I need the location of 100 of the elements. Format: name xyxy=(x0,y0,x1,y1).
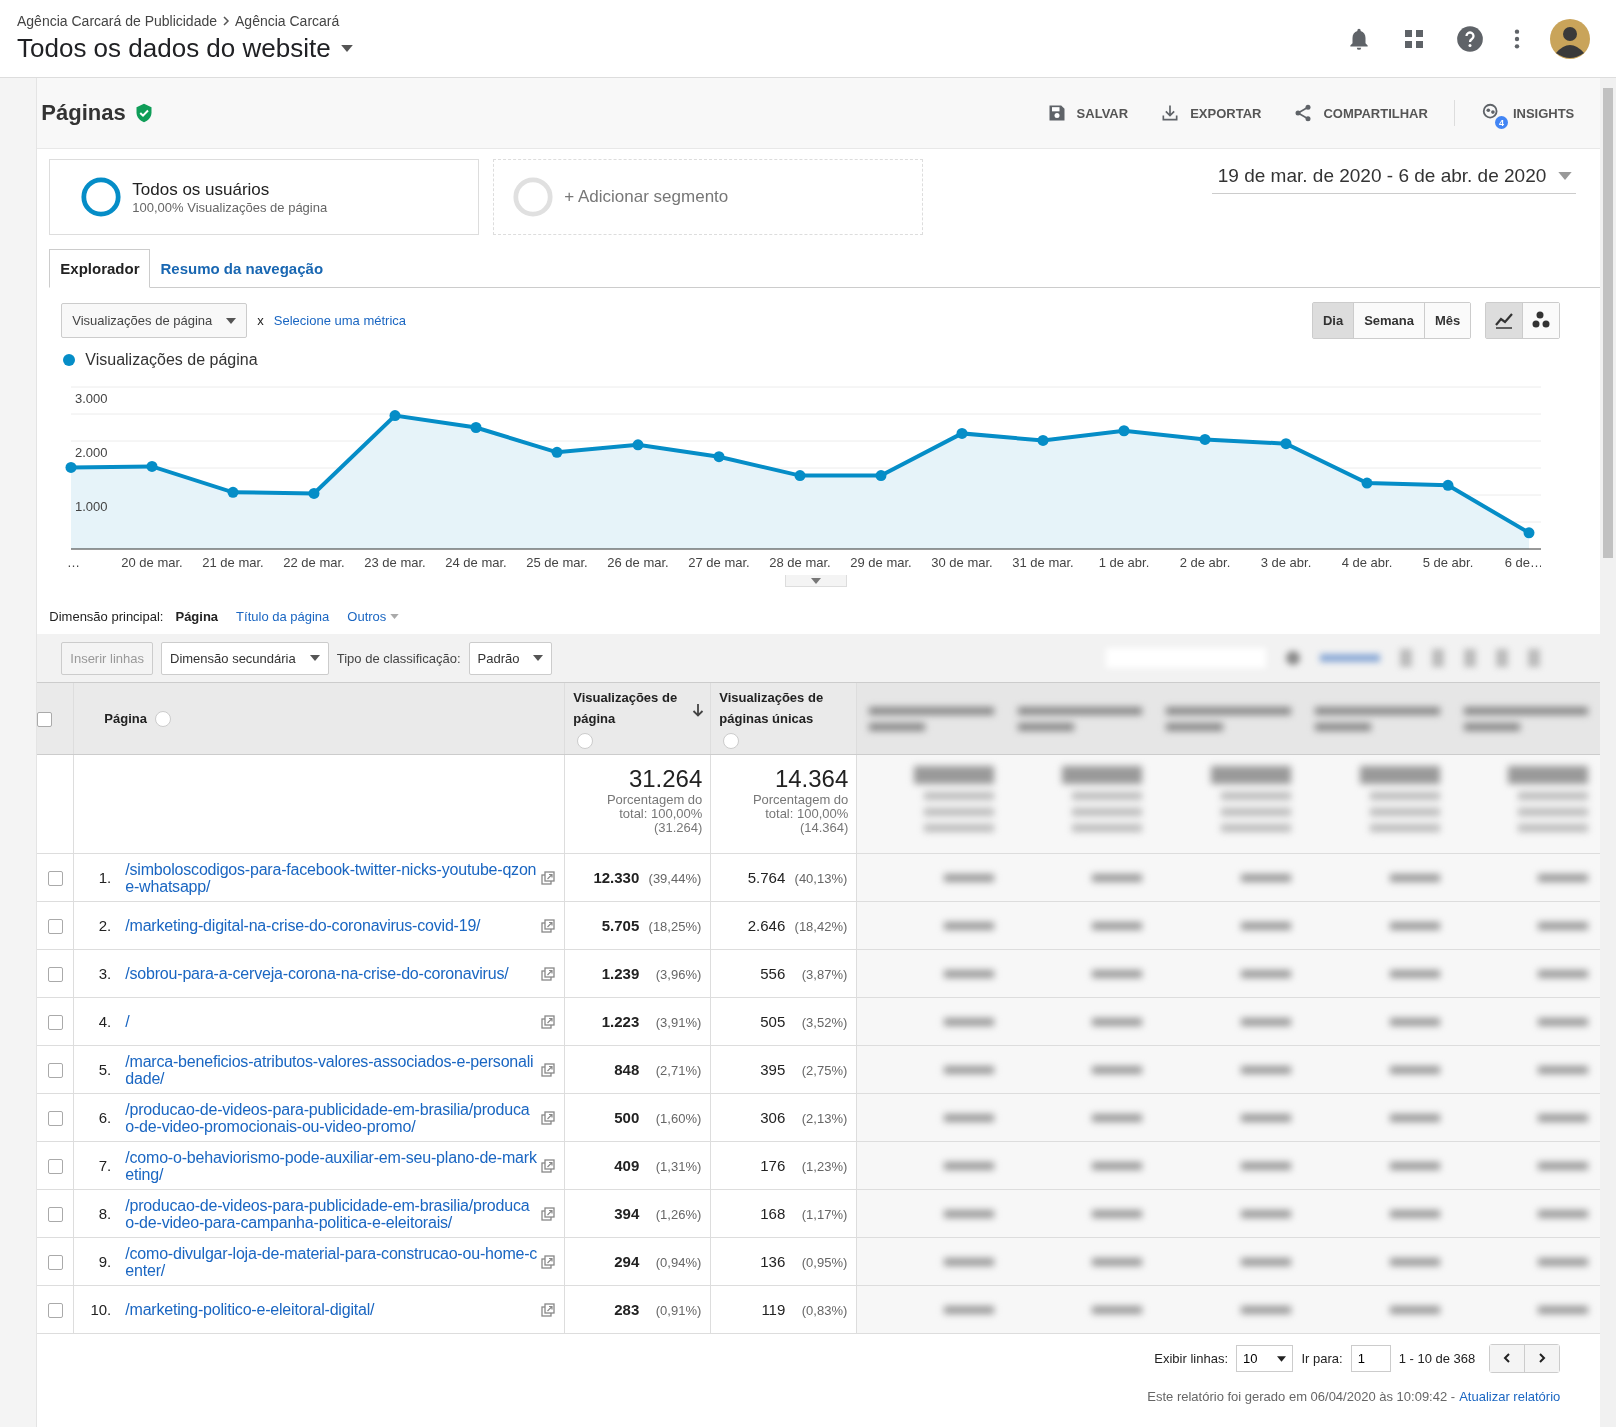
data-point xyxy=(1037,434,1049,446)
row-checkbox[interactable] xyxy=(47,1302,63,1318)
percent-value: (1,17%) xyxy=(800,1207,848,1222)
external-link-icon[interactable] xyxy=(541,1302,556,1317)
axis-label: 2 de abr. xyxy=(1180,555,1231,570)
dimension-option[interactable]: Página xyxy=(175,609,219,624)
row-checkbox[interactable] xyxy=(47,1014,63,1030)
external-link-icon[interactable] xyxy=(541,1206,556,1221)
data-point xyxy=(1361,477,1373,489)
percent-value: (1,60%) xyxy=(654,1111,702,1126)
percent-value: (18,42%) xyxy=(793,919,848,934)
refresh-report-link[interactable]: Atualizar relatório xyxy=(1459,1389,1561,1404)
segment-card[interactable]: Todos os usuários 100,00% Visualizações de página xyxy=(49,159,480,235)
external-link-icon[interactable] xyxy=(541,1158,556,1173)
breadcrumb-link[interactable]: Agência Carcará de Publicidade xyxy=(17,13,217,29)
collapse-handle[interactable] xyxy=(785,575,848,587)
breadcrumb-link[interactable]: Agência Carcará xyxy=(235,13,340,29)
page-link[interactable]: /producao-de-videos-para-publicidade-em-brasilia/producao-de-video-promocionais-ou-video-promo/ xyxy=(125,1100,538,1135)
row-number: 3. xyxy=(97,965,113,982)
pageviews-value: 500 xyxy=(614,1109,640,1126)
more-icon[interactable] xyxy=(1514,27,1520,50)
external-link-icon[interactable] xyxy=(541,870,556,885)
page-link[interactable]: /producao-de-videos-para-publicidade-em-brasilia/producao-de-video-para-campanha-politica-e-eleitorais/ xyxy=(125,1196,538,1231)
data-point xyxy=(227,486,239,498)
caret-icon xyxy=(811,577,822,584)
chart-type-button[interactable] xyxy=(1523,303,1560,338)
page-link[interactable]: /marca-beneficios-atributos-valores-associados-e-personalidade/ xyxy=(125,1052,538,1087)
page-link[interactable]: /marketing-digital-na-crise-do-coronavirus-covid-19/ xyxy=(125,917,538,934)
unique-pageviews-value: 119 xyxy=(761,1301,786,1318)
period-button[interactable]: Dia xyxy=(1312,303,1355,338)
percent-value: (1,26%) xyxy=(654,1207,702,1222)
unique-pageviews-value: 176 xyxy=(760,1157,786,1174)
row-checkbox[interactable] xyxy=(47,1254,63,1270)
add-segment-card[interactable]: + Adicionar segmento xyxy=(493,159,924,235)
external-link-icon[interactable] xyxy=(541,1254,556,1269)
percent-value: (0,94%) xyxy=(654,1255,702,1270)
external-link-icon[interactable] xyxy=(541,1062,556,1077)
data-point xyxy=(470,422,482,433)
tab[interactable]: Explorador xyxy=(49,249,151,288)
row-checkbox[interactable] xyxy=(47,966,63,982)
sort-type-dropdown[interactable]: Padrão xyxy=(468,641,553,675)
unique-pageviews-value: 306 xyxy=(760,1109,786,1126)
chart-type-button[interactable] xyxy=(1486,303,1524,338)
caret-icon xyxy=(226,317,237,324)
external-link-icon[interactable] xyxy=(541,1110,556,1125)
external-link-icon[interactable] xyxy=(541,1014,556,1029)
row-checkbox[interactable] xyxy=(47,1110,63,1126)
dimension-option[interactable]: Outros xyxy=(347,609,400,624)
row-checkbox[interactable] xyxy=(47,870,63,886)
goto-field[interactable]: 1 xyxy=(1350,1345,1391,1372)
action-button[interactable]: SALVAR xyxy=(1040,99,1135,127)
secondary-dimension-dropdown[interactable]: Dimensão secundária xyxy=(161,641,329,675)
previous-page-button[interactable] xyxy=(1490,1345,1526,1372)
data-point xyxy=(794,470,806,482)
next-page-button[interactable] xyxy=(1525,1345,1560,1372)
dimension-label: Dimensão principal: xyxy=(49,609,164,624)
row-number: 4. xyxy=(97,1013,113,1030)
external-link-icon[interactable] xyxy=(541,966,556,981)
action-button[interactable]: 4 INSIGHTS xyxy=(1474,98,1581,128)
avatar-icon[interactable] xyxy=(1550,18,1590,59)
date-range-picker[interactable]: 19 de mar. de 2020 - 6 de abr. de 2020 xyxy=(1211,161,1577,194)
external-link-icon[interactable] xyxy=(541,918,556,933)
data-point xyxy=(389,410,401,422)
percent-value: (1,23%) xyxy=(800,1159,848,1174)
axis-label: 1.000 xyxy=(75,499,108,514)
row-checkbox[interactable] xyxy=(47,1158,63,1174)
tab[interactable]: Resumo da navegação xyxy=(150,249,334,288)
data-point xyxy=(1523,527,1535,539)
rows-label: Exibir linhas: xyxy=(1154,1351,1228,1366)
row-checkbox[interactable] xyxy=(47,1062,63,1078)
action-button[interactable]: EXPORTAR xyxy=(1154,99,1268,127)
page-link[interactable]: /como-o-behaviorismo-pode-auxiliar-em-seu-plano-de-marketing/ xyxy=(125,1148,538,1183)
page-link[interactable]: /sobrou-para-a-cerveja-corona-na-crise-do-coronavirus/ xyxy=(125,965,538,982)
column-header[interactable]: Página xyxy=(104,711,147,726)
page-link[interactable]: / xyxy=(125,1013,538,1030)
report-title: Páginas xyxy=(41,100,126,126)
percent-value: (0,91%) xyxy=(654,1303,702,1318)
metric-dropdown[interactable]: Visualizações de página xyxy=(61,303,248,338)
help-icon[interactable] xyxy=(1456,24,1484,53)
row-checkbox[interactable] xyxy=(47,918,63,934)
page-link[interactable]: /marketing-politico-e-eleitoral-digital/ xyxy=(125,1301,538,1318)
caret-icon xyxy=(1558,172,1573,180)
view-selector[interactable]: Todos os dados do website xyxy=(17,33,353,64)
page-link[interactable]: /como-divulgar-loja-de-material-para-construcao-ou-home-center/ xyxy=(125,1244,538,1279)
percent-value: (3,52%) xyxy=(800,1015,848,1030)
page-link[interactable]: /simboloscodigos-para-facebook-twitter-nicks-youtube-qzone-whatsapp/ xyxy=(125,860,538,895)
pageviews-value: 394 xyxy=(614,1205,640,1222)
axis-label: 31 de mar. xyxy=(1012,555,1074,570)
period-button[interactable]: Mês xyxy=(1425,303,1471,338)
period-button[interactable]: Semana xyxy=(1354,303,1425,338)
action-button[interactable]: COMPARTILHAR xyxy=(1287,99,1434,127)
row-checkbox[interactable] xyxy=(47,1206,63,1222)
percent-value: (2,13%) xyxy=(800,1111,848,1126)
data-point xyxy=(65,461,77,473)
select-metric-link[interactable]: Selecione uma métrica xyxy=(273,313,406,328)
caret-icon xyxy=(390,614,400,619)
dimension-option[interactable]: Título da página xyxy=(236,609,330,624)
select-all-checkbox[interactable] xyxy=(37,711,53,727)
rows-per-page-select[interactable]: 10 xyxy=(1236,1345,1294,1372)
chevron-right-icon xyxy=(1537,1353,1548,1363)
